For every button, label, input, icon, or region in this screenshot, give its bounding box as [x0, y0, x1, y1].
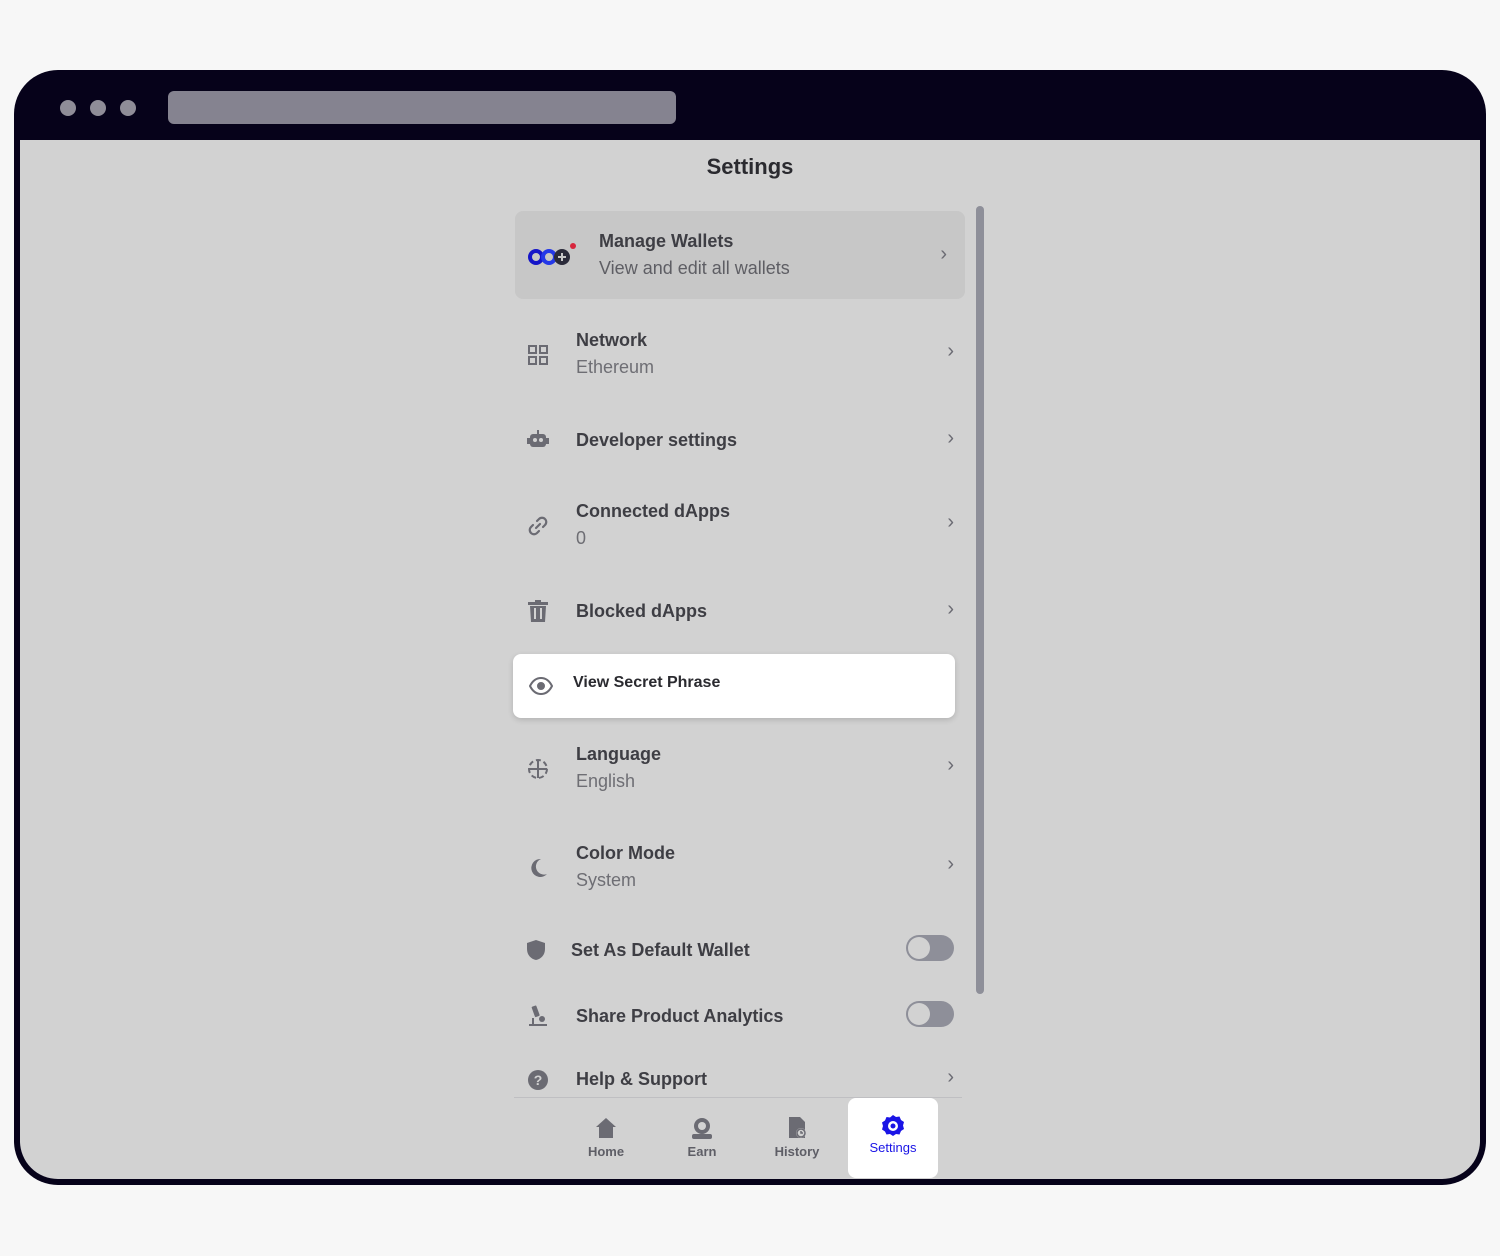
chevron-right-icon: ›	[947, 340, 954, 362]
tab-label: Home	[587, 1144, 625, 1159]
settings-item-subtitle: Ethereum	[576, 357, 655, 377]
settings-item-title: Blocked dApps	[576, 601, 708, 621]
settings-item-network[interactable]: Network Ethereum ›	[514, 320, 962, 390]
tab-label: Settings	[869, 1140, 917, 1155]
manage-wallets-card[interactable]: Manage Wallets View and edit all wallets…	[515, 211, 965, 299]
settings-item-subtitle: System	[576, 870, 637, 890]
settings-item-developer[interactable]: Developer settings ›	[514, 418, 962, 462]
window-dot-minimize[interactable]	[90, 100, 106, 116]
window-dot-maximize[interactable]	[120, 100, 136, 116]
microscope-icon	[526, 1004, 550, 1028]
shield-icon	[524, 938, 548, 962]
settings-item-title: Developer settings	[576, 430, 738, 450]
chevron-right-icon: ›	[947, 853, 954, 875]
settings-item-title: Network	[576, 330, 648, 350]
scrollbar[interactable]	[976, 206, 984, 994]
settings-item-title: Help & Support	[576, 1069, 707, 1089]
home-icon	[594, 1116, 618, 1140]
settings-item-title: Connected dApps	[576, 501, 731, 521]
manage-wallets-title: Manage Wallets	[599, 231, 734, 251]
tab-earn[interactable]: Earn	[657, 1098, 747, 1178]
tab-settings[interactable]: Settings	[848, 1098, 938, 1178]
chevron-right-icon: ›	[947, 511, 954, 533]
help-circle-icon: ?	[526, 1068, 550, 1092]
svg-text:?: ?	[534, 1072, 543, 1088]
settings-item-title: Color Mode	[576, 843, 675, 863]
chevron-right-icon: ›	[947, 1066, 954, 1088]
settings-item-view-secret-phrase[interactable]: View Secret Phrase	[513, 654, 955, 718]
wallet-stack-icon	[527, 241, 579, 271]
chevron-right-icon: ›	[947, 427, 954, 449]
default-wallet-toggle[interactable]	[906, 935, 954, 961]
settings-item-analytics: Share Product Analytics	[514, 996, 954, 1036]
settings-item-default-wallet: Set As Default Wallet	[514, 930, 954, 970]
address-bar[interactable]	[168, 91, 676, 124]
tab-label: History	[774, 1144, 820, 1159]
settings-item-color-mode[interactable]: Color Mode System ›	[514, 833, 962, 903]
moon-icon	[526, 856, 550, 880]
chevron-right-icon: ›	[940, 243, 947, 265]
settings-item-blocked-dapps[interactable]: Blocked dApps ›	[514, 589, 962, 633]
settings-item-title: Share Product Analytics	[576, 1006, 784, 1026]
globe-icon	[526, 757, 550, 781]
settings-item-help[interactable]: ? Help & Support ›	[514, 1066, 962, 1098]
link-icon	[526, 514, 550, 538]
analytics-toggle[interactable]	[906, 1001, 954, 1027]
earn-icon	[690, 1116, 714, 1140]
eye-icon	[528, 674, 554, 698]
browser-titlebar	[14, 70, 1486, 140]
page-frame: Settings Manage Wallets View and edit al…	[0, 0, 1500, 1256]
settings-item-subtitle: 0	[576, 528, 587, 548]
settings-item-connected-dapps[interactable]: Connected dApps 0 ›	[514, 491, 962, 561]
settings-item-language[interactable]: Language English ›	[514, 734, 962, 804]
chevron-right-icon: ›	[947, 598, 954, 620]
tab-label: Earn	[687, 1144, 717, 1159]
tab-history[interactable]: History	[752, 1098, 842, 1178]
settings-item-subtitle: English	[576, 771, 636, 791]
browser-window: Settings Manage Wallets View and edit al…	[14, 70, 1486, 1185]
page-title: Settings	[706, 154, 794, 179]
tab-home[interactable]: Home	[561, 1098, 651, 1178]
window-dot-close[interactable]	[60, 100, 76, 116]
robot-icon	[526, 428, 550, 452]
manage-wallets-subtitle: View and edit all wallets	[599, 258, 790, 278]
history-icon	[785, 1116, 809, 1140]
settings-gear-icon	[881, 1114, 905, 1138]
chevron-right-icon: ›	[947, 754, 954, 776]
bottom-tab-bar: Home Earn History Settings	[20, 1098, 1480, 1179]
app-viewport: Settings Manage Wallets View and edit al…	[20, 140, 1480, 1179]
trash-icon	[526, 599, 550, 623]
network-grid-icon	[526, 343, 550, 367]
settings-item-title: View Secret Phrase	[573, 674, 721, 691]
settings-item-title: Language	[576, 744, 662, 764]
settings-item-title: Set As Default Wallet	[571, 940, 750, 960]
